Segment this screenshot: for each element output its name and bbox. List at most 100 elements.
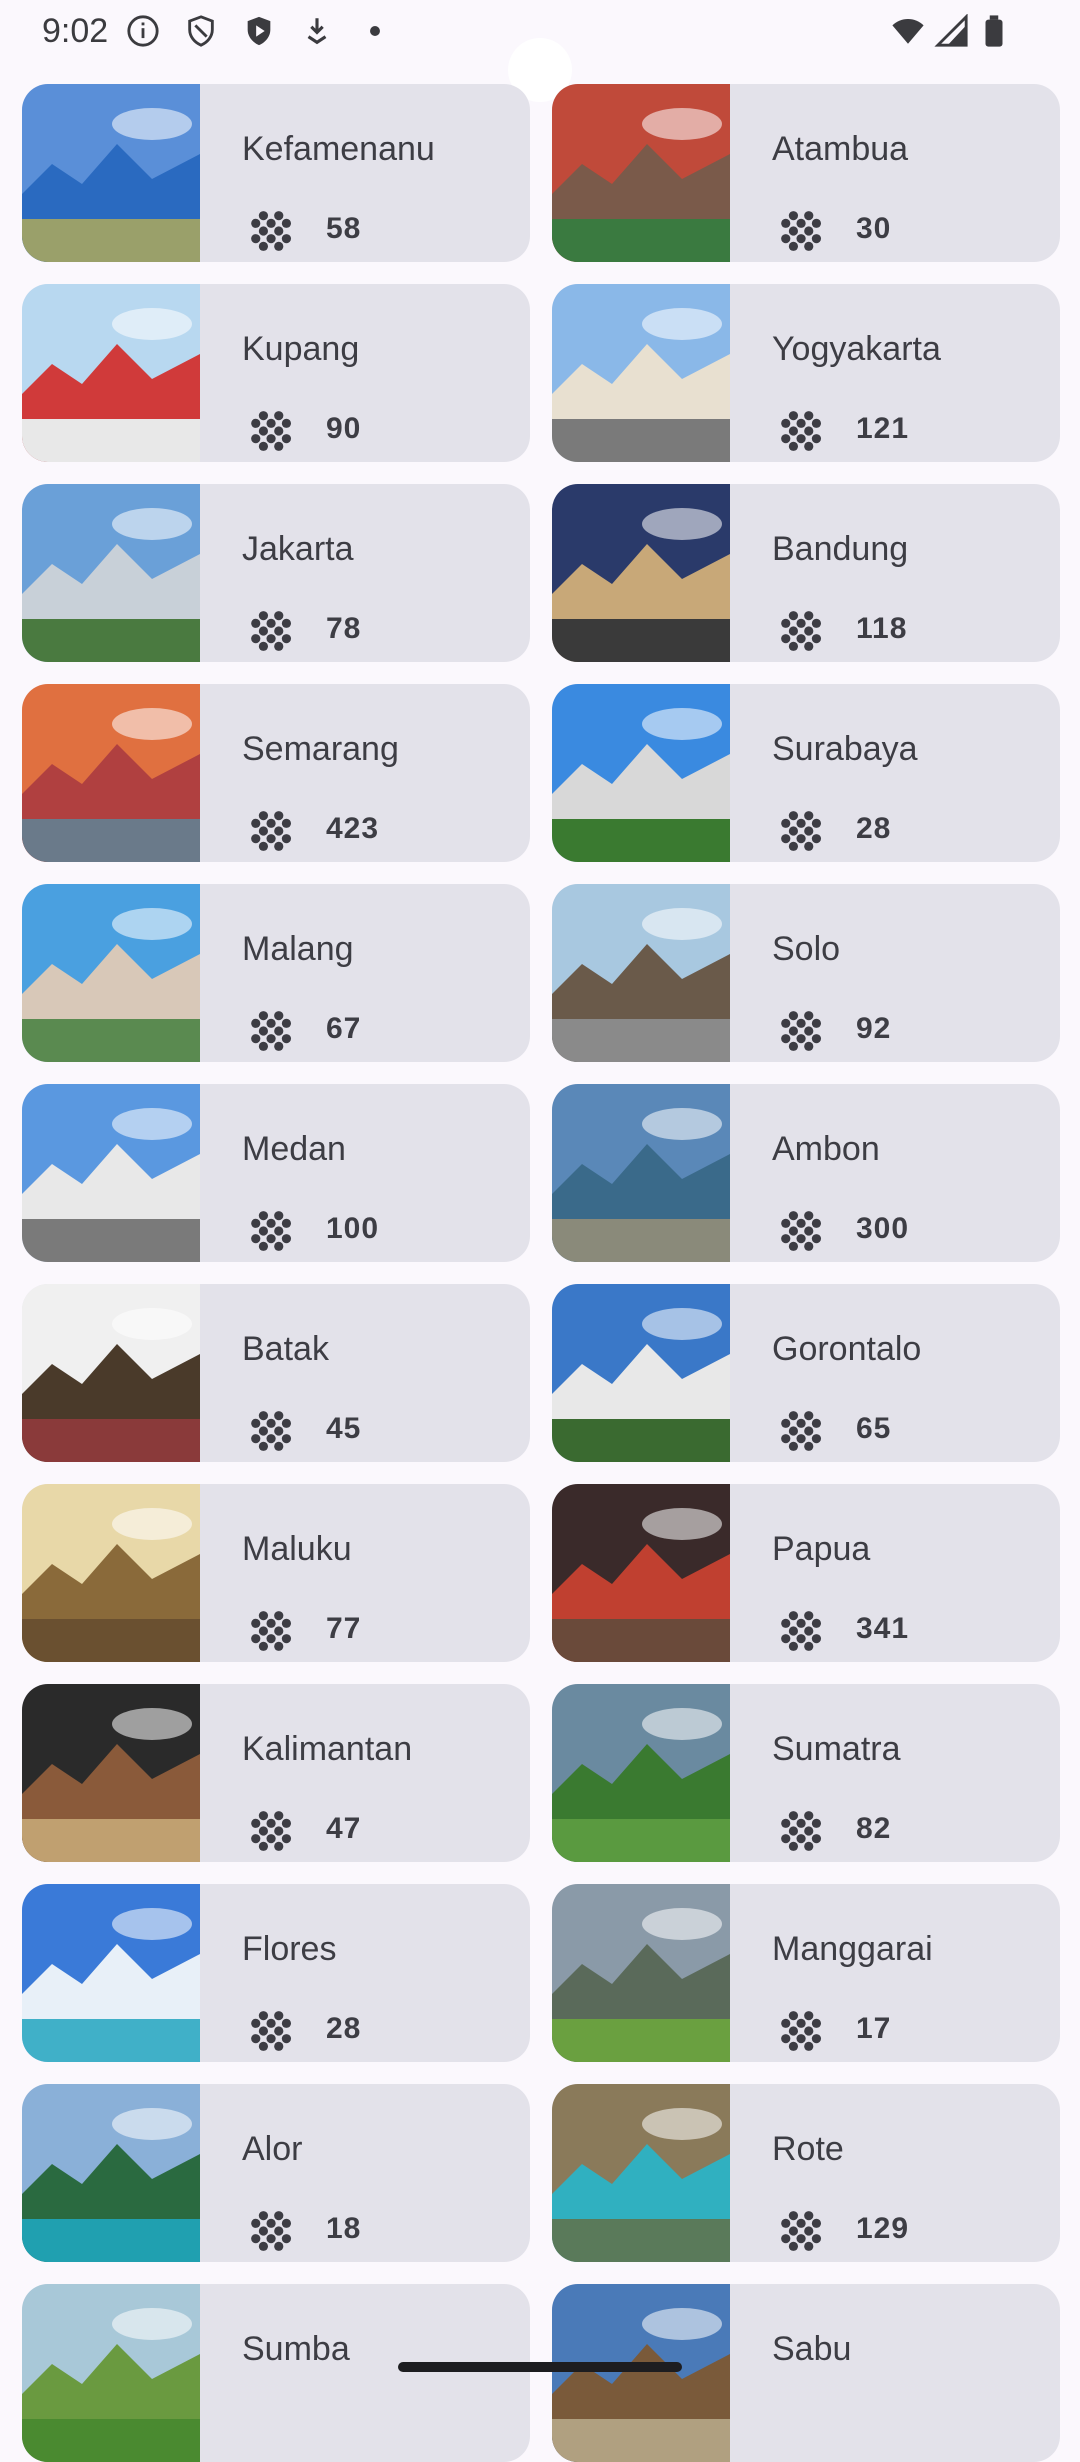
dots-grid-icon	[251, 1011, 292, 1051]
city-name: Rote	[772, 2130, 844, 2168]
status-time: 9:02	[42, 12, 109, 50]
city-name: Flores	[242, 1930, 337, 1968]
city-thumbnail	[22, 684, 200, 862]
city-thumbnail	[22, 1084, 200, 1262]
home-indicator[interactable]	[398, 2362, 682, 2372]
wifi-icon	[892, 18, 924, 44]
city-card[interactable]: Malang 67	[22, 884, 530, 1062]
city-count: 18	[326, 2212, 362, 2245]
city-name: Sumatra	[772, 1730, 901, 1768]
dots-grid-icon	[781, 1411, 822, 1451]
city-thumbnail	[22, 884, 200, 1062]
city-thumbnail	[22, 1484, 200, 1662]
city-thumbnail	[22, 484, 200, 662]
city-name: Sabu	[772, 2330, 852, 2368]
city-count: 82	[856, 1812, 892, 1845]
city-thumbnail	[22, 1284, 200, 1462]
dots-grid-icon	[781, 611, 822, 651]
dots-grid-icon	[781, 1211, 822, 1251]
city-card[interactable]: Atambua 30	[552, 84, 1060, 262]
city-card[interactable]: Surabaya 28	[552, 684, 1060, 862]
dots-grid-icon	[781, 2211, 822, 2251]
dots-grid-icon	[781, 2011, 822, 2051]
dots-grid-icon	[781, 1811, 822, 1851]
city-card[interactable]: Yogyakarta 121	[552, 284, 1060, 462]
city-card[interactable]: Sumatra 82	[552, 1684, 1060, 1862]
city-card[interactable]: Ambon 300	[552, 1084, 1060, 1262]
dots-grid-icon	[251, 1411, 292, 1451]
city-name: Manggarai	[772, 1930, 933, 1968]
info-icon	[127, 15, 159, 47]
city-count: 92	[856, 1012, 892, 1045]
city-name: Semarang	[242, 730, 399, 768]
city-card[interactable]: Medan 100	[22, 1084, 530, 1262]
city-thumbnail	[22, 2284, 200, 2462]
city-thumbnail	[552, 1684, 730, 1862]
city-card[interactable]: Papua 341	[552, 1484, 1060, 1662]
city-name: Kefamenanu	[242, 130, 435, 168]
city-name: Gorontalo	[772, 1330, 922, 1368]
city-thumbnail	[22, 284, 200, 462]
city-card[interactable]: Flores 28	[22, 1884, 530, 2062]
city-card[interactable]: Kalimantan 47	[22, 1684, 530, 1862]
city-card[interactable]: Sumba	[22, 2284, 530, 2462]
city-thumbnail	[552, 2284, 730, 2462]
dots-grid-icon	[251, 2011, 292, 2051]
city-name: Ambon	[772, 1130, 880, 1168]
dot-icon	[370, 26, 380, 36]
city-thumbnail	[552, 484, 730, 662]
city-card[interactable]: Sabu	[552, 2284, 1060, 2462]
city-name: Alor	[242, 2130, 303, 2168]
dots-grid-icon	[251, 1211, 292, 1251]
city-thumbnail	[552, 884, 730, 1062]
city-name: Atambua	[772, 130, 909, 168]
city-count: 28	[856, 812, 892, 845]
city-card[interactable]: Jakarta 78	[22, 484, 530, 662]
city-count: 47	[326, 1812, 362, 1845]
download-icon	[307, 18, 327, 45]
city-count: 341	[856, 1612, 910, 1645]
city-count: 58	[326, 212, 362, 245]
city-card[interactable]: Maluku 77	[22, 1484, 530, 1662]
dots-grid-icon	[251, 2211, 292, 2251]
city-card[interactable]: Alor 18	[22, 2084, 530, 2262]
city-name: Bandung	[772, 530, 909, 568]
city-thumbnail	[552, 84, 730, 262]
city-card[interactable]: Batak 45	[22, 1284, 530, 1462]
city-card[interactable]: Manggarai 17	[552, 1884, 1060, 2062]
city-name: Malang	[242, 930, 354, 968]
dots-grid-icon	[781, 411, 822, 451]
dots-grid-icon	[251, 1811, 292, 1851]
city-count: 67	[326, 1012, 362, 1045]
city-card[interactable]: Kefamenanu 58	[22, 84, 530, 262]
city-thumbnail	[552, 1884, 730, 2062]
shield-icon	[188, 15, 214, 47]
city-thumbnail	[552, 2084, 730, 2262]
city-name: Yogyakarta	[772, 330, 941, 368]
city-card[interactable]: Bandung 118	[552, 484, 1060, 662]
dots-grid-icon	[781, 811, 822, 851]
city-count: 100	[326, 1212, 380, 1245]
city-card[interactable]: Solo 92	[552, 884, 1060, 1062]
city-count: 90	[326, 412, 362, 445]
dots-grid-icon	[251, 411, 292, 451]
city-count: 423	[326, 812, 380, 845]
city-card[interactable]: Semarang 423	[22, 684, 530, 862]
city-name: Papua	[772, 1530, 871, 1568]
city-count: 28	[326, 2012, 362, 2045]
city-count: 65	[856, 1412, 892, 1445]
city-count: 300	[856, 1212, 910, 1245]
city-card[interactable]: Kupang 90	[22, 284, 530, 462]
city-thumbnail	[22, 1684, 200, 1862]
city-name: Kalimantan	[242, 1730, 413, 1768]
city-count: 129	[856, 2212, 910, 2245]
dots-grid-icon	[251, 611, 292, 651]
city-card[interactable]: Gorontalo 65	[552, 1284, 1060, 1462]
city-card[interactable]: Rote 129	[552, 2084, 1060, 2262]
city-thumbnail	[22, 2084, 200, 2262]
city-thumbnail	[552, 1284, 730, 1462]
city-thumbnail	[22, 1884, 200, 2062]
city-thumbnail	[552, 284, 730, 462]
city-name: Solo	[772, 930, 841, 968]
city-count: 78	[326, 612, 362, 645]
